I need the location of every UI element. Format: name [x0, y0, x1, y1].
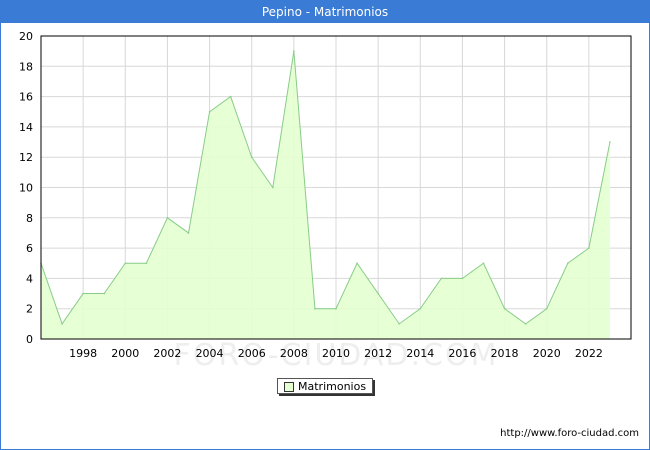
- y-tick-label: 0: [26, 333, 33, 346]
- y-tick-label: 14: [19, 121, 33, 134]
- data-point: [398, 323, 401, 325]
- x-tick-label: 2022: [575, 347, 603, 360]
- data-point: [187, 232, 190, 234]
- x-tick-label: 2016: [448, 347, 476, 360]
- x-tick-label: 2008: [280, 347, 308, 360]
- x-tick-label: 2014: [406, 347, 434, 360]
- chart-frame: Pepino - Matrimonios FORO-CIUDAD.COM 0 2 4 6…: [0, 0, 650, 450]
- x-tick-label: 2012: [364, 347, 392, 360]
- data-point: [440, 277, 443, 280]
- data-point: [545, 307, 548, 310]
- data-point: [419, 307, 422, 310]
- data-point: [482, 262, 485, 265]
- y-tick-label: 16: [19, 91, 33, 104]
- y-tick-label: 2: [26, 303, 33, 316]
- data-point: [335, 307, 337, 310]
- y-tick-label: 6: [26, 242, 33, 255]
- y-tick-label: 20: [19, 30, 33, 43]
- data-point: [609, 141, 611, 143]
- data-point: [293, 50, 295, 52]
- data-point: [503, 307, 506, 310]
- data-point: [229, 95, 232, 98]
- x-tick-label: 2010: [322, 347, 350, 360]
- data-point: [124, 262, 127, 265]
- footer-url: http://www.foro-ciudad.com: [500, 428, 639, 439]
- y-tick-label: 4: [26, 272, 33, 285]
- x-tick-label: 2000: [111, 347, 139, 360]
- y-tick-label: 8: [26, 212, 33, 225]
- y-tick-label: 12: [19, 151, 33, 164]
- data-point: [314, 307, 316, 310]
- data-point: [61, 323, 63, 325]
- y-tick-label: 10: [19, 182, 33, 195]
- data-point: [377, 292, 379, 295]
- legend-swatch: [284, 382, 294, 392]
- data-point: [250, 156, 253, 158]
- x-tick-label: 2002: [153, 347, 181, 360]
- data-point: [566, 262, 569, 265]
- data-point: [166, 217, 169, 219]
- data-point: [588, 247, 590, 249]
- x-tick-label: 2004: [196, 347, 224, 360]
- data-point: [208, 110, 211, 113]
- x-tick-label: 1998: [69, 347, 97, 360]
- x-tick-label: 2018: [491, 347, 519, 360]
- x-tick-label: 2020: [533, 347, 561, 360]
- data-point: [103, 292, 106, 295]
- data-point: [461, 277, 464, 280]
- x-tick-label: 2006: [238, 347, 266, 360]
- data-point: [356, 262, 358, 265]
- y-tick-label: 18: [19, 60, 33, 73]
- data-point: [524, 323, 527, 325]
- data-point: [82, 292, 84, 295]
- legend-label: Matrimonios: [298, 380, 367, 393]
- legend: Matrimonios: [277, 378, 373, 394]
- data-point: [271, 186, 274, 189]
- data-point: [145, 262, 148, 265]
